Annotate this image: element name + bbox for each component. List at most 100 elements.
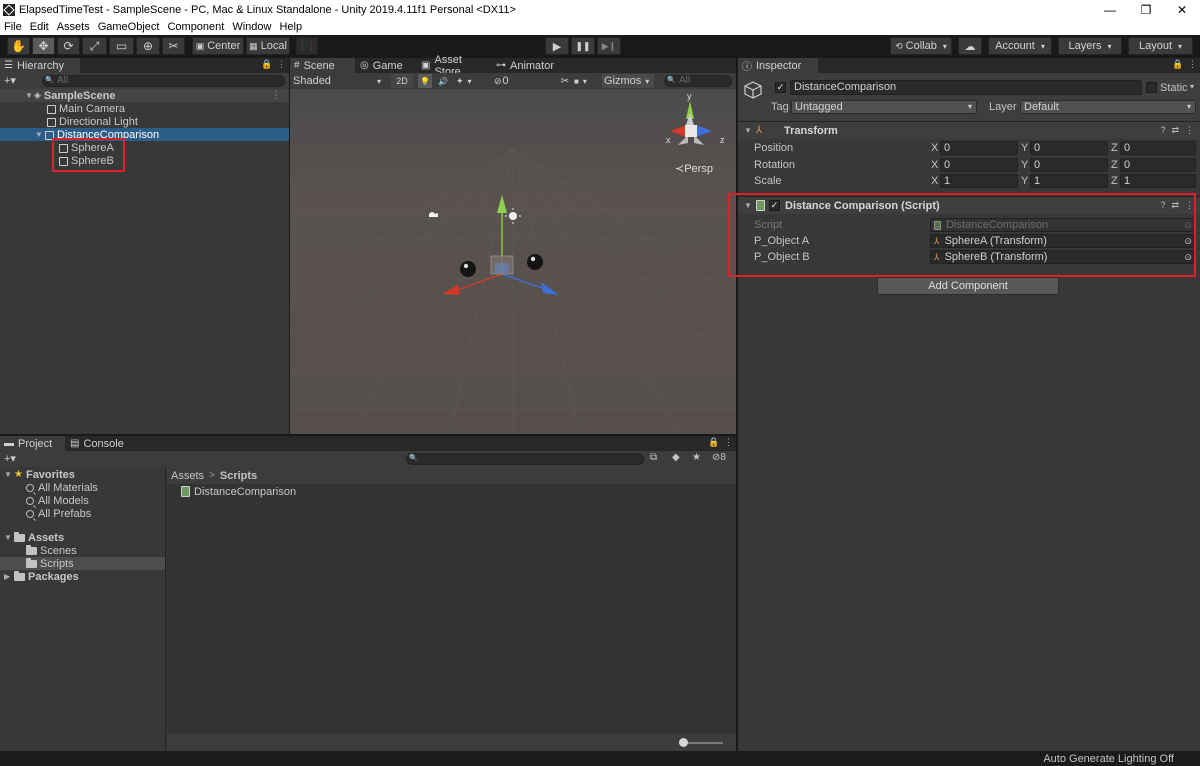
active-checkbox[interactable]: ✓ xyxy=(775,82,786,93)
sphere-a-object[interactable] xyxy=(460,261,476,277)
tab-console[interactable]: ▤ Console xyxy=(66,436,136,451)
camera-gizmo-icon[interactable] xyxy=(429,212,438,217)
expand-arrow-icon[interactable]: ▼ xyxy=(24,91,34,100)
expand-arrow-icon[interactable]: ▶ xyxy=(4,572,14,581)
effects-dropdown[interactable]: ✦ ▾ xyxy=(456,74,480,88)
layers-dropdown[interactable]: Layers ▾ xyxy=(1058,37,1122,55)
lighting-toggle[interactable]: 💡 xyxy=(418,74,432,88)
tab-scene[interactable]: # Scene xyxy=(290,58,355,73)
pivot-center-button[interactable]: ▣ Center xyxy=(192,37,244,55)
component-menu-icon[interactable]: ⋮ xyxy=(1185,125,1194,136)
collapse-arrow-icon[interactable]: ▼ xyxy=(744,126,756,135)
sphere-b-object[interactable] xyxy=(527,254,543,270)
hierarchy-item-spherea[interactable]: SphereA xyxy=(0,141,289,154)
rotation-x-field[interactable]: 0 xyxy=(940,158,1018,172)
menu-gameobject[interactable]: GameObject xyxy=(94,21,164,33)
filter-label-icon[interactable]: ◆ xyxy=(672,452,680,463)
tab-asset-store[interactable]: ▣ Asset Store xyxy=(417,54,491,78)
favorites-item-all-materials[interactable]: All Materials xyxy=(0,481,165,494)
orientation-gizmo[interactable] xyxy=(670,101,712,145)
position-y-field[interactable]: 0 xyxy=(1030,141,1108,155)
favorite-star-icon[interactable]: ★ xyxy=(692,452,701,463)
object-name-field[interactable]: DistanceComparison xyxy=(790,80,1142,95)
expand-arrow-icon[interactable]: ▼ xyxy=(4,533,14,542)
lighting-status[interactable]: Auto Generate Lighting Off xyxy=(1043,753,1174,765)
favorites-item-all-prefabs[interactable]: All Prefabs xyxy=(0,507,165,520)
layer-dropdown[interactable]: Default ▾ xyxy=(1020,100,1196,114)
step-button[interactable]: ▶❙ xyxy=(597,37,621,55)
hierarchy-item-directional-light[interactable]: Directional Light xyxy=(0,115,289,128)
lock-icon[interactable]: 🔒 xyxy=(261,59,272,70)
expand-arrow-icon[interactable]: ▼ xyxy=(34,130,44,139)
transform-header[interactable]: ▼ ⅄ Transform ? ⇄ ⋮ xyxy=(738,121,1200,139)
tab-animator[interactable]: ⊶ Animator xyxy=(492,58,564,73)
2d-toggle[interactable]: 2D xyxy=(391,74,413,88)
camera-dropdown[interactable]: ■ ▾ xyxy=(574,74,598,88)
custom-tool-button[interactable]: ✂ xyxy=(162,37,185,55)
rect-tool-button[interactable]: ▭ xyxy=(109,37,134,55)
transform-tool-button[interactable]: ⊕ xyxy=(136,37,160,55)
scene-tools-toggle[interactable]: ✂ xyxy=(558,74,572,88)
expand-arrow-icon[interactable]: ▼ xyxy=(4,470,14,479)
directional-light-icon[interactable] xyxy=(509,212,517,220)
y-axis-arrow[interactable] xyxy=(497,195,507,213)
panel-menu-icon[interactable]: ⋮ xyxy=(1188,59,1197,70)
chevron-down-icon[interactable]: ▾ xyxy=(1190,82,1194,91)
x-axis-arrow[interactable] xyxy=(442,285,460,295)
create-dropdown[interactable]: +▾ xyxy=(4,74,16,87)
scene-search-input[interactable]: All xyxy=(664,75,732,87)
minimize-icon[interactable]: — xyxy=(1092,0,1128,19)
breadcrumb-scripts[interactable]: Scripts xyxy=(220,470,257,482)
hierarchy-item-sphereb[interactable]: SphereB xyxy=(0,154,289,167)
panel-menu-icon[interactable]: ⋮ xyxy=(277,59,286,70)
menu-window[interactable]: Window xyxy=(228,21,275,33)
maximize-icon[interactable]: ❐ xyxy=(1128,0,1164,19)
tab-game[interactable]: ◎ Game xyxy=(356,58,416,73)
shading-mode-dropdown[interactable]: Shaded ▾ xyxy=(293,74,385,88)
static-checkbox[interactable] xyxy=(1146,82,1157,93)
lock-icon[interactable]: 🔒 xyxy=(708,437,719,448)
audio-toggle[interactable]: 🔊 xyxy=(436,74,450,88)
hidden-packages-toggle[interactable]: ⊘8 xyxy=(712,452,726,463)
project-search-input[interactable] xyxy=(406,453,644,465)
rotation-z-field[interactable]: 0 xyxy=(1120,158,1196,172)
cloud-button[interactable]: ☁ xyxy=(958,37,982,55)
rotation-y-field[interactable]: 0 xyxy=(1030,158,1108,172)
assets-folder-scripts[interactable]: Scripts xyxy=(0,557,165,570)
layout-dropdown[interactable]: Layout ▾ xyxy=(1128,37,1193,55)
tab-hierarchy[interactable]: ☰ Hierarchy xyxy=(0,58,80,73)
icon-size-slider-handle[interactable] xyxy=(679,738,688,747)
z-axis-arrow[interactable] xyxy=(541,282,559,295)
menu-component[interactable]: Component xyxy=(163,21,228,33)
panel-menu-icon[interactable]: ⋮ xyxy=(724,437,733,448)
play-button[interactable]: ▶ xyxy=(545,37,569,55)
pause-button[interactable]: ❚❚ xyxy=(571,37,595,55)
assets-row[interactable]: ▼ Assets xyxy=(0,531,165,544)
move-tool-button[interactable]: ✥ xyxy=(32,37,55,55)
menu-help[interactable]: Help xyxy=(275,21,306,33)
grid-snap-button[interactable]: ⋮⋮ xyxy=(296,37,318,55)
hierarchy-item-main-camera[interactable]: Main Camera xyxy=(0,102,289,115)
preset-icon[interactable]: ⇄ xyxy=(1171,125,1179,136)
scale-y-field[interactable]: 1 xyxy=(1030,174,1108,188)
packages-row[interactable]: ▶ Packages xyxy=(0,570,165,583)
assets-folder-scenes[interactable]: Scenes xyxy=(0,544,165,557)
tag-dropdown[interactable]: Untagged ▾ xyxy=(791,100,977,114)
scale-z-field[interactable]: 1 xyxy=(1120,174,1196,188)
menu-edit[interactable]: Edit xyxy=(26,21,53,33)
menu-file[interactable]: File xyxy=(0,21,26,33)
create-dropdown[interactable]: +▾ xyxy=(4,452,16,465)
scene-viewport[interactable]: x z y ≺Persp xyxy=(290,89,736,434)
favorites-row[interactable]: ▼ ★ Favorites xyxy=(0,468,165,481)
scale-tool-button[interactable]: ⤢ xyxy=(82,37,107,55)
favorites-item-all-models[interactable]: All Models xyxy=(0,494,165,507)
menu-assets[interactable]: Assets xyxy=(53,21,94,33)
hierarchy-search-input[interactable]: All xyxy=(42,75,285,87)
position-x-field[interactable]: 0 xyxy=(940,141,1018,155)
filter-type-icon[interactable]: ⧉ xyxy=(650,452,657,463)
account-dropdown[interactable]: Account ▾ xyxy=(988,37,1052,55)
position-z-field[interactable]: 0 xyxy=(1120,141,1196,155)
add-component-button[interactable]: Add Component xyxy=(877,277,1059,295)
rotate-tool-button[interactable]: ⟳ xyxy=(57,37,80,55)
hidden-objects-toggle[interactable]: ⊘ 0 xyxy=(494,74,520,88)
